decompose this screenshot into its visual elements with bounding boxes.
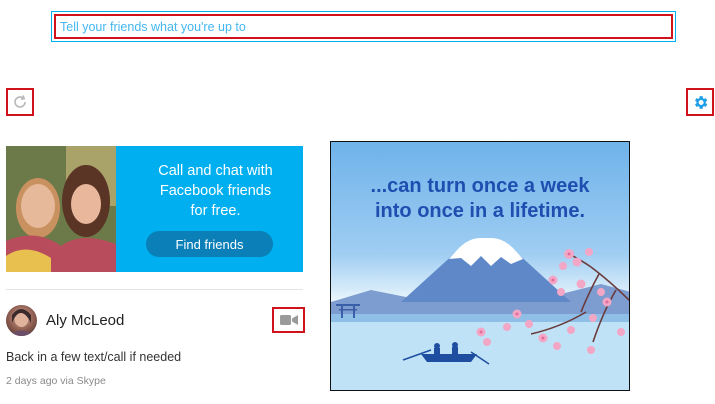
contact-mood-message: Back in a few text/call if needed (6, 350, 182, 364)
refresh-button[interactable] (6, 88, 34, 116)
status-input[interactable] (54, 14, 673, 39)
ad-headline-line-1: ...can turn once a week (370, 175, 590, 197)
ad-headline: ...can turn once a week into once in a l… (331, 174, 629, 224)
promo-line-3: for free. (190, 203, 241, 219)
promo-line-1: Call and chat with (158, 163, 273, 179)
avatar[interactable] (6, 305, 37, 336)
facebook-promo-banner: Call and chat with Facebook friends for … (6, 146, 303, 272)
divider (6, 289, 303, 290)
refresh-icon (14, 95, 26, 108)
gear-icon (694, 95, 707, 109)
video-call-button[interactable] (272, 307, 305, 333)
status-field-frame (51, 11, 676, 42)
settings-button[interactable] (686, 88, 714, 116)
skype-home-page: Call and chat with Facebook friends for … (0, 0, 715, 404)
promo-line-2: Facebook friends (159, 183, 272, 199)
contact-name[interactable]: Aly McLeod (46, 312, 124, 329)
promo-message: Call and chat with Facebook friends for … (122, 161, 303, 221)
ad-headline-line-2: into once in a lifetime. (374, 200, 586, 222)
find-friends-button[interactable]: Find friends (146, 231, 273, 257)
video-camera-icon (279, 315, 298, 325)
advertisement-banner[interactable]: ...can turn once a week into once in a l… (330, 141, 630, 391)
promo-photo (6, 146, 116, 272)
mood-timestamp: 2 days ago via Skype (6, 375, 106, 387)
